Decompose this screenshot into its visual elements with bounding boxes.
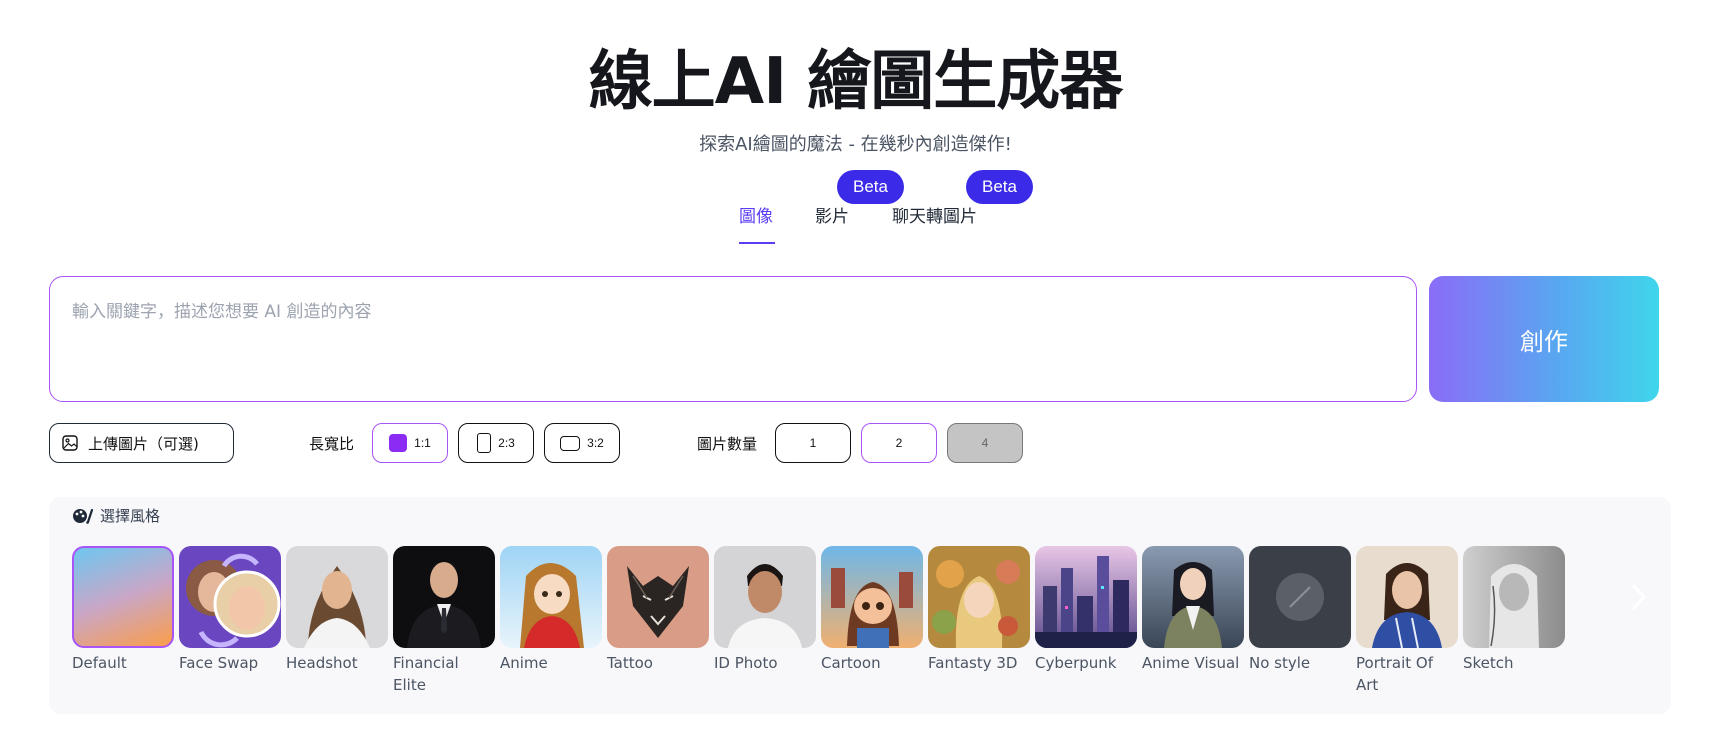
tab-chat-to-image[interactable]: 聊天轉圖片 [892, 202, 977, 227]
style-label: Financial Elite [393, 654, 459, 694]
gradient-swatch-icon [72, 546, 174, 648]
no-style-icon [1249, 546, 1351, 648]
page-subtitle: 探索AI繪圖的魔法 - 在幾秒內創造傑作! [699, 134, 1012, 155]
style-label: Portrait Of Art [1356, 654, 1433, 694]
style-label: ID Photo [714, 654, 778, 672]
portrait-art-thumb-icon [1356, 546, 1458, 648]
prompt-input[interactable] [72, 297, 1394, 381]
style-heading: 選擇風格 [72, 505, 160, 526]
style-card-fantasy-3d[interactable]: Fantasty 3D [928, 546, 1030, 674]
aspect-ratio-label-3-2: 3:2 [587, 436, 604, 450]
style-card-anime[interactable]: Anime [500, 546, 602, 674]
chat-beta-badge: Beta [966, 170, 1033, 204]
id-photo-thumb-icon [714, 546, 816, 648]
style-card-cyberpunk[interactable]: Cyberpunk [1035, 546, 1137, 674]
anime-thumb-icon [500, 546, 602, 648]
video-beta-badge: Beta [837, 170, 904, 204]
style-label: Cyberpunk [1035, 654, 1117, 672]
style-label: Anime Visual [1142, 654, 1240, 672]
palette-icon [73, 508, 94, 524]
fantasy-3d-thumb-icon [928, 546, 1030, 648]
style-card-financial-elite[interactable]: Financial Elite [393, 546, 495, 696]
style-label: Cartoon [821, 654, 881, 672]
aspect-ratio-2-3[interactable]: 2:3 [458, 423, 534, 463]
options-row: 上傳圖片（可選) 長寬比 1:1 2:3 3:2 圖片數量 1 2 4 [0, 423, 1711, 463]
style-card-headshot[interactable]: Headshot [286, 546, 388, 674]
count-option-2[interactable]: 2 [861, 423, 937, 463]
style-panel: 選擇風格 Default Face Swap Headshot Financia… [49, 497, 1671, 714]
style-card-sketch[interactable]: Sketch [1463, 546, 1565, 674]
style-card-default[interactable]: Default [72, 546, 174, 674]
count-option-4[interactable]: 4 [947, 423, 1023, 463]
image-icon [62, 435, 78, 451]
square-shape-icon [389, 434, 408, 452]
style-card-id-photo[interactable]: ID Photo [714, 546, 816, 674]
style-label: Tattoo [607, 654, 653, 672]
style-label: Fantasty 3D [928, 654, 1018, 672]
prompt-box [49, 276, 1417, 402]
style-cards: Default Face Swap Headshot Financial Eli… [72, 546, 1671, 706]
anime-visual-thumb-icon [1142, 546, 1244, 648]
page-title: 線上AI 繪圖生成器 [588, 45, 1124, 119]
cyberpunk-city-thumb-icon [1035, 546, 1137, 648]
style-card-portrait-of-art[interactable]: Portrait Of Art [1356, 546, 1458, 696]
active-tab-indicator [739, 242, 775, 244]
aspect-ratio-1-1[interactable]: 1:1 [372, 423, 448, 463]
style-heading-label: 選擇風格 [100, 507, 161, 525]
style-label: Sketch [1463, 654, 1514, 672]
aspect-ratio-label-2-3: 2:3 [498, 436, 515, 450]
style-label: Headshot [286, 654, 358, 672]
cartoon-thumb-icon [821, 546, 923, 648]
upload-image-label: 上傳圖片（可選) [88, 434, 199, 453]
style-card-no-style[interactable]: No style [1249, 546, 1351, 674]
chevron-right-icon[interactable] [1607, 546, 1671, 648]
image-count-label: 圖片數量 [697, 435, 758, 453]
style-label: Default [72, 654, 127, 672]
upload-image-button[interactable]: 上傳圖片（可選) [49, 423, 234, 463]
style-card-cartoon[interactable]: Cartoon [821, 546, 923, 674]
face-swap-thumb-icon [179, 546, 281, 648]
aspect-ratio-label: 長寬比 [309, 435, 355, 453]
aspect-ratio-3-2[interactable]: 3:2 [544, 423, 620, 463]
style-label: No style [1249, 654, 1311, 672]
aspect-ratio-label-1-1: 1:1 [414, 436, 431, 450]
suit-portrait-thumb-icon [393, 546, 495, 648]
style-card-face-swap[interactable]: Face Swap [179, 546, 281, 674]
mode-tabs: 圖像 Beta 影片 Beta 聊天轉圖片 [0, 170, 1711, 250]
portrait-shape-icon [477, 433, 492, 453]
landscape-shape-icon [560, 435, 581, 451]
sketch-thumb-icon [1463, 546, 1565, 648]
headshot-thumb-icon [286, 546, 388, 648]
style-label: Face Swap [179, 654, 259, 672]
style-card-tattoo[interactable]: Tattoo [607, 546, 709, 674]
count-option-1[interactable]: 1 [775, 423, 851, 463]
tab-image[interactable]: 圖像 [739, 202, 773, 227]
tab-video[interactable]: 影片 [815, 202, 849, 227]
wolf-tattoo-thumb-icon [607, 546, 709, 648]
style-label: Anime [500, 654, 548, 672]
style-card-anime-visual[interactable]: Anime Visual [1142, 546, 1244, 674]
create-button[interactable]: 創作 [1429, 276, 1659, 402]
